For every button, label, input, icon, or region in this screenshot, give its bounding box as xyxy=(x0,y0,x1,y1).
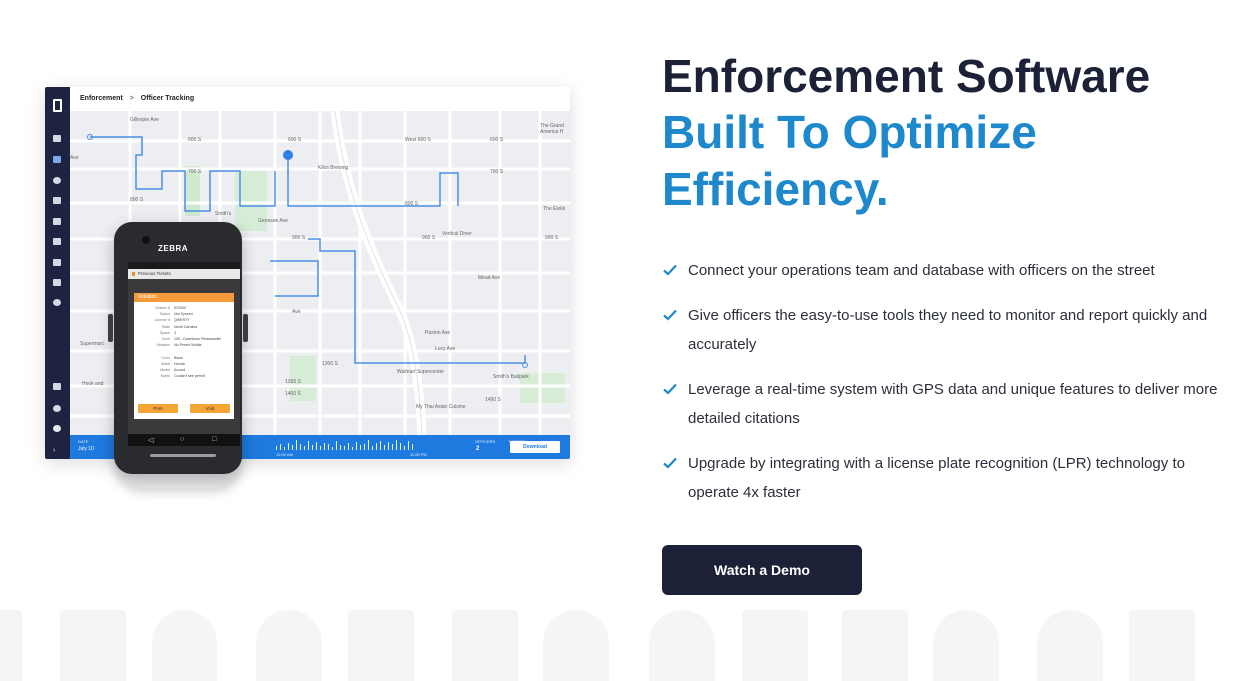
feature-text: Upgrade by integrating with a license pl… xyxy=(688,455,1185,501)
side-scan-button-right[interactable] xyxy=(243,314,248,342)
dashboard-topbar: Enforcement > Officer Tracking xyxy=(70,87,570,112)
time-end: 11:59 PM xyxy=(410,452,427,457)
breadcrumb: Enforcement > Officer Tracking xyxy=(80,95,194,102)
map-label: The Grand America H xyxy=(540,123,564,135)
feature-text: Connect your operations team and databas… xyxy=(688,262,1155,279)
android-nav-bar: ◁ ○ □ xyxy=(128,434,240,446)
feature-text: Leverage a real-time system with GPS dat… xyxy=(688,381,1218,427)
feature-text: Give officers the easy-to-use tools they… xyxy=(688,307,1208,353)
map-label: 800 S xyxy=(130,197,144,203)
map-label: Kilos Brewing xyxy=(318,165,349,171)
void-button[interactable]: Void xyxy=(190,404,230,413)
dashboard-sidebar: › xyxy=(45,87,70,459)
violation-card: Violation Citation #523000 Status Not Syn… xyxy=(134,293,234,419)
hero-subtitle-line: Efficiency. xyxy=(662,163,889,215)
map-label: The Elekk xyxy=(543,206,566,212)
time-start: 12:00 AM xyxy=(276,452,293,457)
device-body: ZEBRA Previous Tickets Violation Citatio… xyxy=(114,222,242,474)
check-icon xyxy=(663,457,677,469)
expand-icon[interactable]: › xyxy=(53,447,61,454)
feature-item: Upgrade by integrating with a license pl… xyxy=(662,449,1222,507)
decorative-shapes xyxy=(0,610,1233,681)
check-icon xyxy=(663,264,677,276)
watch-demo-button[interactable]: Watch a Demo xyxy=(662,545,862,595)
check-icon xyxy=(663,383,677,395)
map-label: 1400 S xyxy=(285,391,301,397)
timeline-histogram[interactable] xyxy=(276,438,426,450)
print-button[interactable]: Print xyxy=(138,404,178,413)
map-label: Lucy Ave xyxy=(435,346,456,352)
map-label: 700 S xyxy=(490,169,504,175)
breadcrumb-item[interactable]: Enforcement xyxy=(80,95,123,102)
bike-icon[interactable] xyxy=(53,177,61,184)
settings-icon[interactable] xyxy=(53,299,61,306)
recents-icon[interactable]: □ xyxy=(212,436,216,443)
map-label: My Thai Asian Cuisine xyxy=(416,404,466,410)
map-label: 900 S xyxy=(292,235,306,241)
chart-icon[interactable] xyxy=(53,279,61,286)
direction-icon[interactable] xyxy=(53,238,61,245)
map-label: Smith's Ballpark xyxy=(493,374,529,380)
map-label: 900 S xyxy=(422,235,436,241)
map-label: Supermarc xyxy=(80,341,105,347)
officers-count: 2 xyxy=(476,446,480,452)
bell-icon[interactable] xyxy=(53,383,61,390)
nav-icon[interactable] xyxy=(53,135,61,142)
map-label: Ave xyxy=(70,155,79,161)
feature-item: Leverage a real-time system with GPS dat… xyxy=(662,375,1222,433)
zebra-handheld-device: ZEBRA Previous Tickets Violation Citatio… xyxy=(108,222,248,490)
map-label: 600 S xyxy=(188,137,202,143)
breadcrumb-item[interactable]: Officer Tracking xyxy=(141,95,194,102)
device-screen: Previous Tickets Violation Citation #523… xyxy=(128,262,240,446)
map-label: Mead Ave xyxy=(478,275,501,281)
feature-item: Connect your operations team and databas… xyxy=(662,256,1222,285)
hero-subtitle-line: Built To Optimize xyxy=(662,106,1037,158)
map-label: 600 S xyxy=(288,137,302,143)
status-bar xyxy=(128,262,240,269)
map-label: Walmart Supercenter xyxy=(397,369,445,375)
map-label: 900 S xyxy=(545,235,559,241)
side-scan-button-left[interactable] xyxy=(108,314,113,342)
map-label: 600 S xyxy=(490,137,504,143)
map-label: Genesee Ave xyxy=(258,218,288,224)
date-label: DATE xyxy=(78,439,89,444)
tag-icon[interactable] xyxy=(53,218,61,225)
app-logo-icon xyxy=(53,99,62,112)
bus-icon[interactable] xyxy=(53,259,61,266)
device-brand: ZEBRA xyxy=(158,244,189,253)
back-icon[interactable]: ◁ xyxy=(148,436,153,444)
map-label: 800 S xyxy=(405,201,419,207)
feature-item: Give officers the easy-to-use tools they… xyxy=(662,301,1222,359)
speaker-grill xyxy=(150,454,216,457)
feature-list: Connect your operations team and databas… xyxy=(662,256,1222,523)
map-label: Hook and xyxy=(82,381,104,387)
ticket-row: Notes Couldn't see permit xyxy=(160,374,205,379)
breadcrumb-separator: > xyxy=(129,95,134,102)
map-icon[interactable] xyxy=(53,156,61,163)
map-label: 1490 S xyxy=(485,397,501,403)
car-icon[interactable] xyxy=(53,197,61,204)
map-label: 1355 S xyxy=(285,379,301,385)
date-value[interactable]: July 10 xyxy=(78,446,94,452)
check-icon xyxy=(663,309,677,321)
hero-title: Enforcement Software xyxy=(662,50,1151,102)
home-icon[interactable]: ○ xyxy=(180,436,184,443)
download-button[interactable]: Download xyxy=(510,441,560,453)
user-icon[interactable] xyxy=(53,405,61,412)
map-label: Smith's xyxy=(215,211,232,217)
camera-icon xyxy=(142,236,150,244)
map-label: 700 S xyxy=(188,169,202,175)
map-label: Vertical Diner xyxy=(442,231,472,237)
map-label: Paxton Ave xyxy=(425,330,451,336)
officers-label: OFFICERS xyxy=(475,439,496,444)
map-label: 1300 S xyxy=(322,361,338,367)
map-label: West 600 S xyxy=(405,137,431,143)
screen-header[interactable]: Previous Tickets xyxy=(128,269,240,279)
map-label: Gillespie Ave xyxy=(130,117,159,123)
avatar[interactable] xyxy=(53,425,61,432)
violation-title: Violation xyxy=(134,293,234,302)
hero-subtitle: Built To Optimize Efficiency. xyxy=(662,104,1037,218)
map-label: Ave xyxy=(292,309,301,315)
